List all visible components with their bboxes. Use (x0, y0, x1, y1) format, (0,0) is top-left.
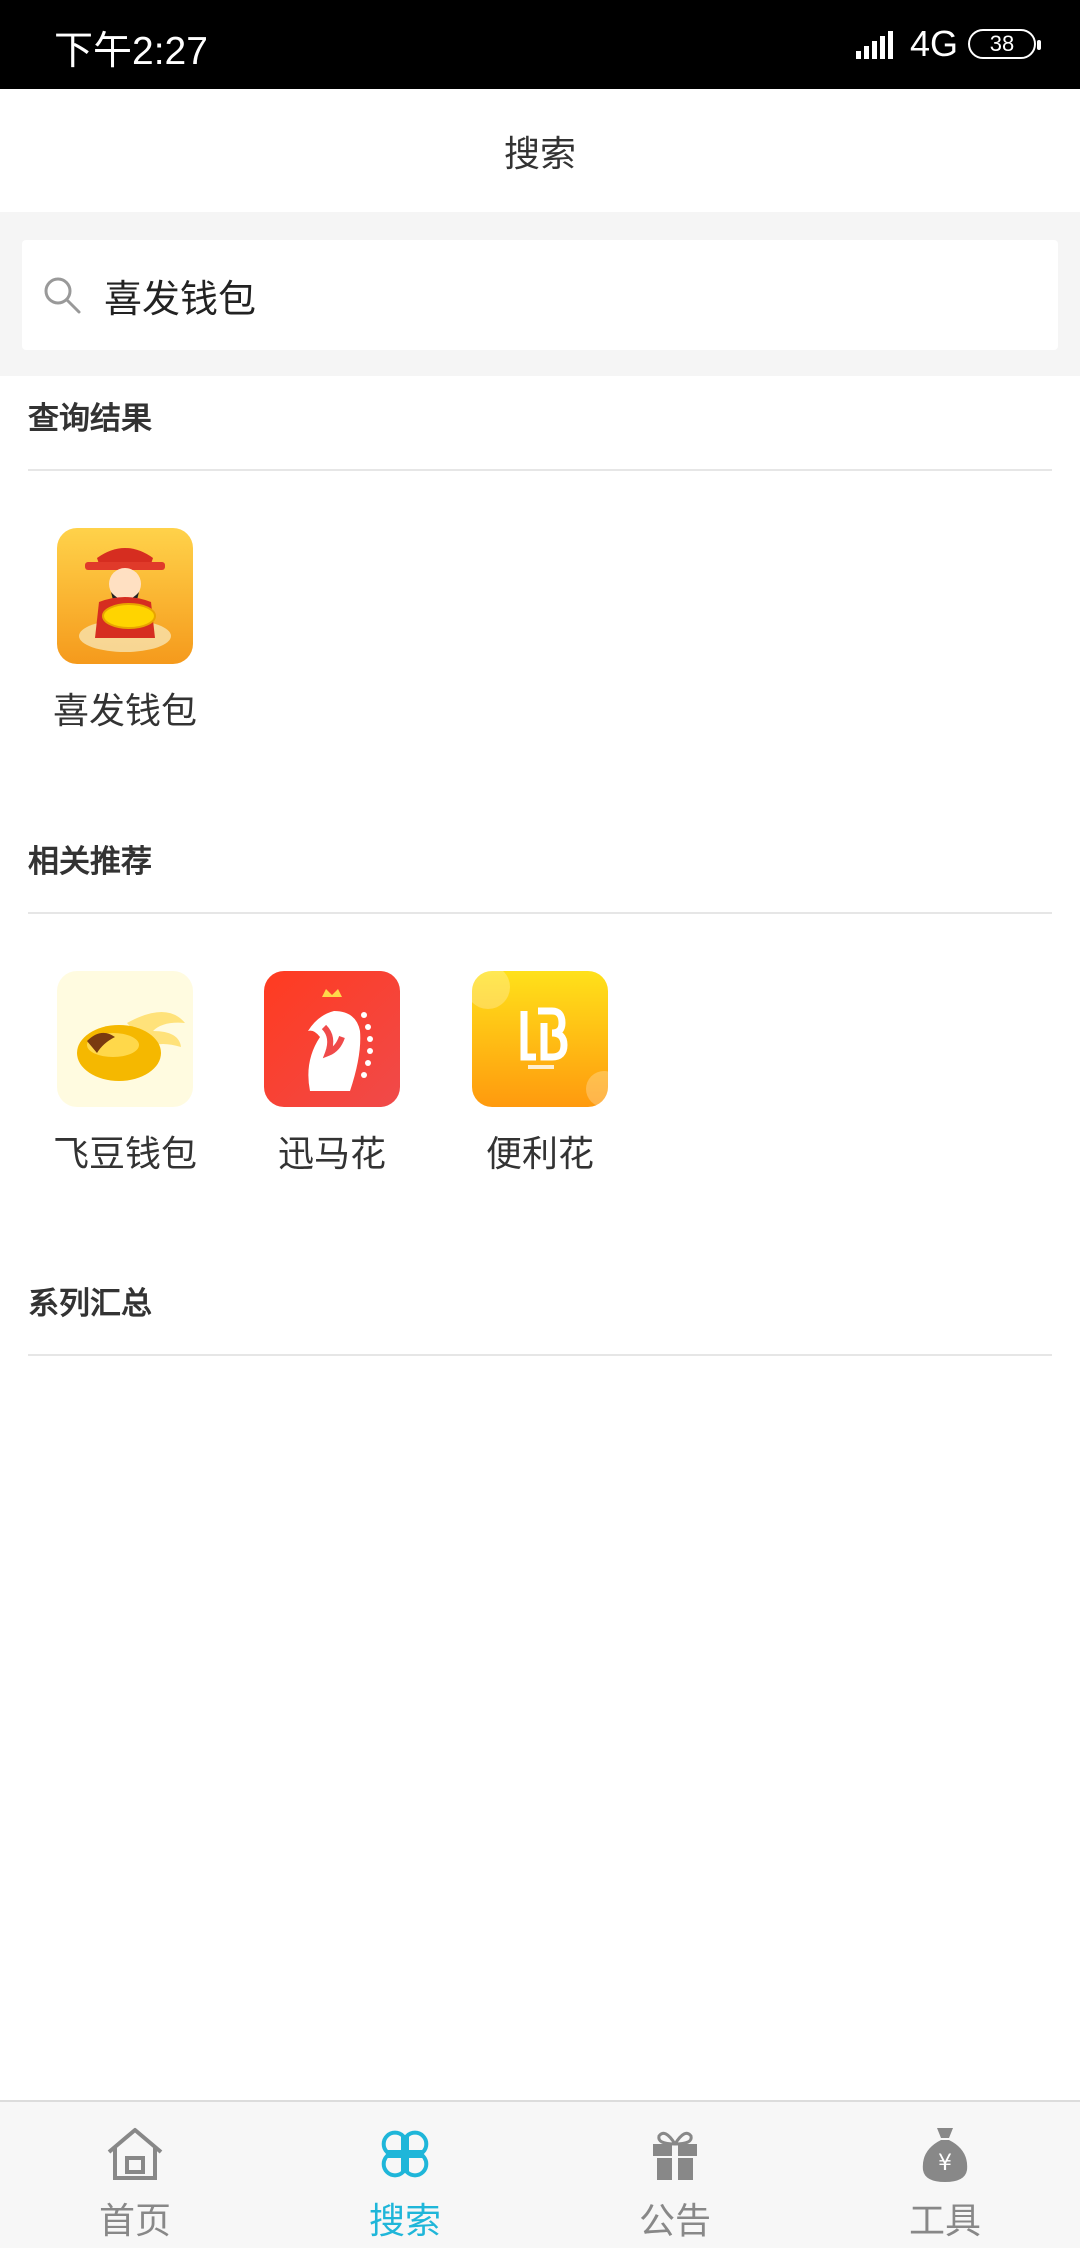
svg-text:¥: ¥ (938, 2151, 952, 2176)
app-item-xunmahua[interactable]: 迅马花 (242, 971, 422, 1177)
related-section: 相关推荐 (28, 836, 1052, 914)
status-icons: 4G 38 (855, 22, 1041, 66)
gift-icon (653, 2131, 697, 2180)
nav-label-tools: 工具 (908, 2201, 981, 2242)
nav-item-search[interactable]: 搜索 (270, 2102, 540, 2248)
search-box[interactable] (22, 240, 1058, 350)
title-bar: 搜索 (0, 89, 1080, 212)
search-input[interactable] (104, 273, 1004, 317)
home-icon (107, 2128, 163, 2180)
results-divider (28, 469, 1052, 471)
nav-item-tools[interactable]: ¥ 工具 (810, 2102, 1080, 2248)
nav-label-home: 首页 (98, 2201, 171, 2242)
nav-label-notice: 公告 (638, 2201, 711, 2242)
app-item-bianlihua[interactable]: 便利花 (450, 971, 630, 1177)
clover-icon (381, 2130, 429, 2178)
bottom-nav: 首页 搜索 公告 ¥ 工具 (0, 2100, 1080, 2248)
nav-item-home[interactable]: 首页 (0, 2102, 270, 2248)
nav-item-notice[interactable]: 公告 (540, 2102, 810, 2248)
god-of-wealth-icon (57, 528, 193, 664)
search-icon (44, 277, 81, 314)
golden-bean-wings-icon (57, 971, 193, 1107)
related-divider (28, 912, 1052, 914)
battery-level: 38 (989, 31, 1015, 56)
results-section: 查询结果 (28, 393, 1052, 471)
page-title: 搜索 (503, 133, 576, 175)
battery-icon: 38 (968, 29, 1041, 59)
series-title: 系列汇总 (28, 1286, 152, 1322)
search-area (0, 212, 1080, 376)
network-label: 4G (909, 23, 958, 64)
results-title: 查询结果 (28, 401, 152, 437)
app-label: 喜发钱包 (52, 691, 197, 732)
nav-label-search: 搜索 (368, 2201, 441, 2242)
app-item-feidou[interactable]: 飞豆钱包 (35, 971, 215, 1177)
status-bar: 下午2:27 4G 38 (0, 0, 1080, 89)
series-section: 系列汇总 (28, 1278, 1052, 1356)
lb-logo-icon (472, 971, 608, 1107)
app-item-xifa[interactable]: 喜发钱包 (35, 528, 215, 734)
status-time: 下午2:27 (54, 30, 208, 73)
money-bag-icon: ¥ (922, 2128, 968, 2182)
series-divider (28, 1354, 1052, 1356)
app-label: 飞豆钱包 (52, 1134, 197, 1175)
app-label: 迅马花 (277, 1134, 386, 1175)
signal-icon (855, 31, 893, 59)
related-title: 相关推荐 (28, 844, 152, 880)
app-label: 便利花 (485, 1134, 594, 1175)
horse-crown-icon (264, 971, 400, 1107)
